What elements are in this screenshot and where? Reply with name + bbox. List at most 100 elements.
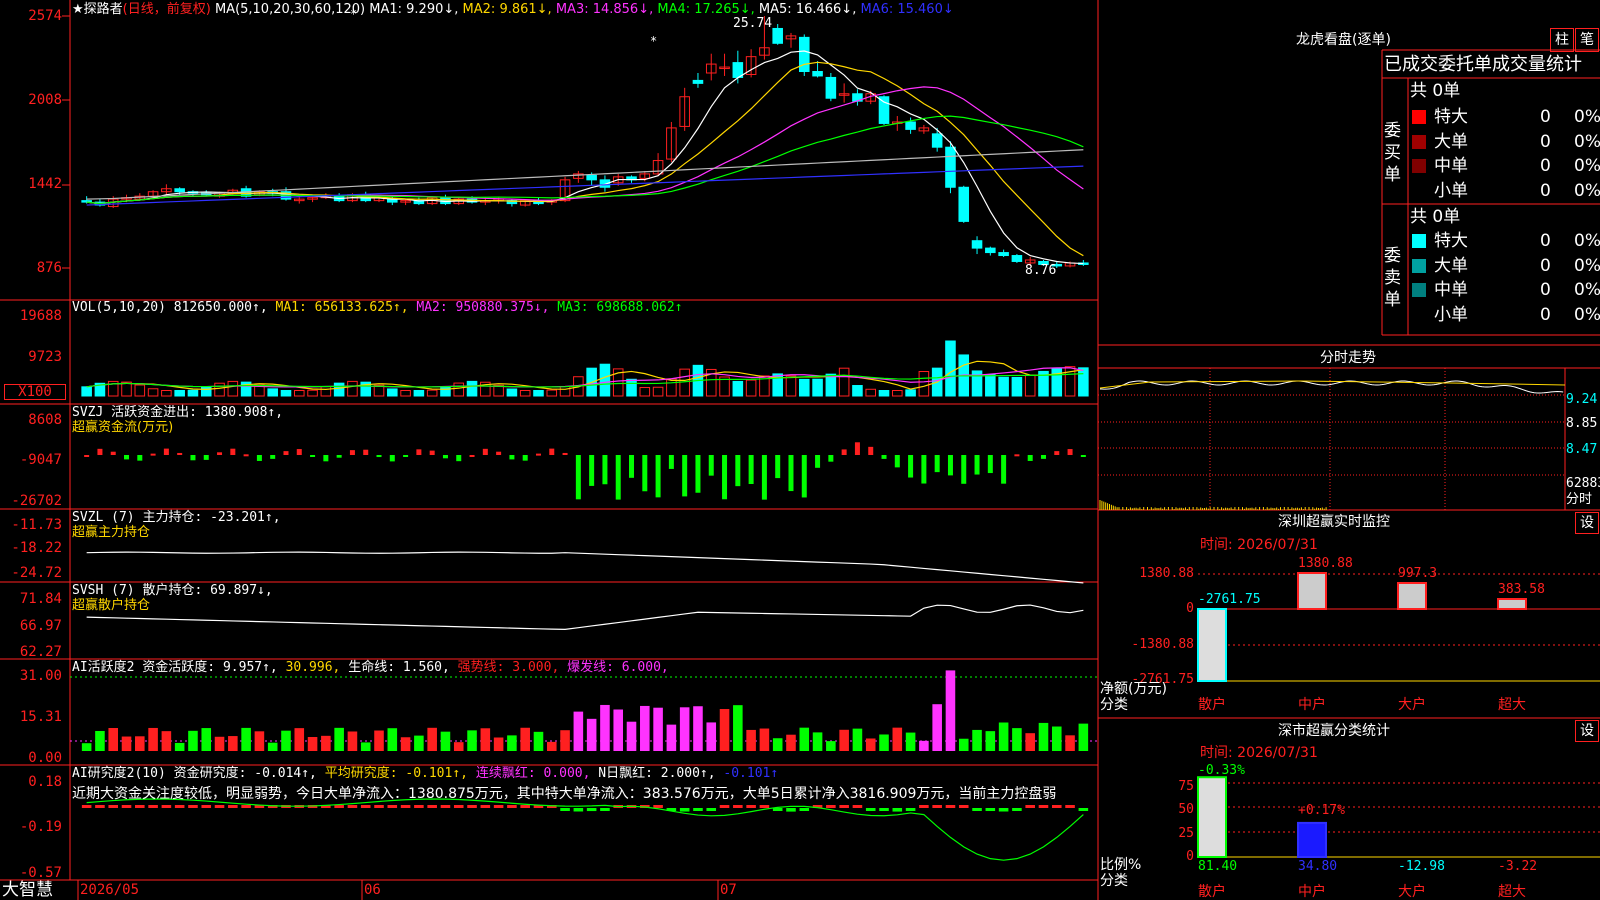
research-bar [852,805,863,808]
volume-bar [666,378,677,397]
volume-bar [280,390,292,397]
activity-bar [679,707,690,751]
monitor-value-label: 383.58 [1498,582,1545,597]
candle-body [945,146,956,188]
activity-bar [719,709,730,751]
research-bar [839,805,849,808]
buy-row-pct: 0% [1574,131,1600,152]
volume-bar [413,390,425,397]
activity-bar [706,722,717,751]
fund-flow-bar [854,442,860,455]
fund-flow-bar [695,455,701,493]
activity-bar [892,727,903,751]
fund-flow-bar [124,455,130,460]
fund-flow-bar [921,455,927,484]
research-bar [1038,805,1049,808]
stat-category-label: 超大 [1498,884,1526,900]
buy-row-count: 0 [1540,107,1551,127]
star-marker: * [650,34,657,48]
monitor-category-label: 中户 [1298,697,1326,713]
volume-bar [865,388,877,397]
monitor-bar [1497,597,1527,610]
buy-row-count: 0 [1540,156,1551,176]
activity-bar [228,736,238,751]
svzl-label: SVZL (7) 主力持仓: -23.201↑, [72,510,281,525]
volume-bar [1078,367,1089,397]
buy-row-label: 特大 [1434,107,1468,127]
fund-flow-bar [363,449,369,455]
fund-flow-bar [336,455,342,458]
research-bar [573,808,584,812]
stock-name[interactable]: ★探路者 [72,2,123,17]
monitor-time: 时间: 2026/07/31 [1200,537,1318,553]
candle-body [812,71,823,77]
fund-flow-bar [310,455,316,457]
price-axis-2: 2008 [28,92,62,108]
activity-bar [95,730,105,751]
buy-group-label: 委买单 [1384,121,1401,185]
research-bar [879,808,889,811]
research-bar [334,805,344,808]
fund-flow-bar [456,455,462,462]
vol-unit[interactable]: X100 [4,384,66,400]
volume-bar [400,390,411,397]
volume-bar [426,389,438,397]
tick-mode-button[interactable]: 笔 [1575,28,1599,52]
research-bar [892,808,903,812]
candle-body [998,252,1009,257]
svsh-axis-3: 62.27 [19,644,62,660]
research-bar [453,805,464,808]
volume-bar [347,380,358,397]
monitor-xlabel: 分类 [1100,697,1128,713]
activity-bar [786,734,796,751]
fund-flow-bar [522,455,528,461]
monitor-category-label: 散户 [1198,697,1226,713]
fund-flow-bar [482,448,488,455]
activity-bar [998,722,1009,751]
bar-mode-button[interactable]: 柱 [1550,28,1574,52]
stat-xlabel: 分类 [1100,873,1128,889]
stock-title[interactable]: ★探路者(日线，前复权) MA(5,10,20,30,60,120) MA1: … [72,2,954,18]
fund-flow-bar [429,450,435,455]
stats-tabs-line[interactable]: 已成交委托单成交量统计 [1384,54,1582,76]
activity-bar [812,732,823,751]
ai2-comment: 近期大资金关注度较低，明显弱势，今日大单净流入：1380.875万元，其中特大单… [72,786,1057,802]
ai2-axis-3: -0.57 [19,865,62,881]
fund-flow-bar [708,455,714,476]
main-chart-area[interactable]: ** [0,0,1600,900]
research-bar [932,805,942,808]
price-axis-1: 2574 [28,8,62,24]
fund-flow-bar [961,455,967,484]
monitor-axis-2: 0 [1186,601,1194,616]
research-bar [958,805,969,808]
fund-flow-bar [974,455,980,475]
research-bar [347,805,358,808]
fund-flow-bar [1080,455,1086,457]
stat-category-label: 散户 [1198,884,1226,900]
research-bar [520,805,530,808]
svsh-axis-1: 71.84 [19,591,62,607]
activity-bar [241,727,251,751]
fund-flow-bar [828,455,834,462]
ai2-v4: N日飘红: 2.000↑, [598,766,716,781]
fund-flow-bar [987,455,993,474]
sell-row-count: 0 [1540,280,1551,300]
activity-bar [958,738,969,751]
activity-bar [400,737,411,751]
fund-flow-bar [376,455,382,458]
volume-bar [466,380,478,397]
activity-bar [613,709,624,751]
activity-bar [1078,723,1089,751]
volume-bar [81,386,92,397]
research-bar [414,805,424,808]
fund-flow-bar [788,455,794,492]
activity-bar [360,742,371,751]
monitor-settings-button[interactable]: 设 [1575,512,1599,534]
stat-settings-button[interactable]: 设 [1575,720,1599,742]
intraday-unit: 分时 [1566,492,1593,507]
fund-flow-bar [1067,449,1073,455]
volume-bar [293,390,305,397]
fund-flow-bar [748,455,754,485]
activity-bar [626,721,637,751]
fund-flow-bar [934,455,940,473]
